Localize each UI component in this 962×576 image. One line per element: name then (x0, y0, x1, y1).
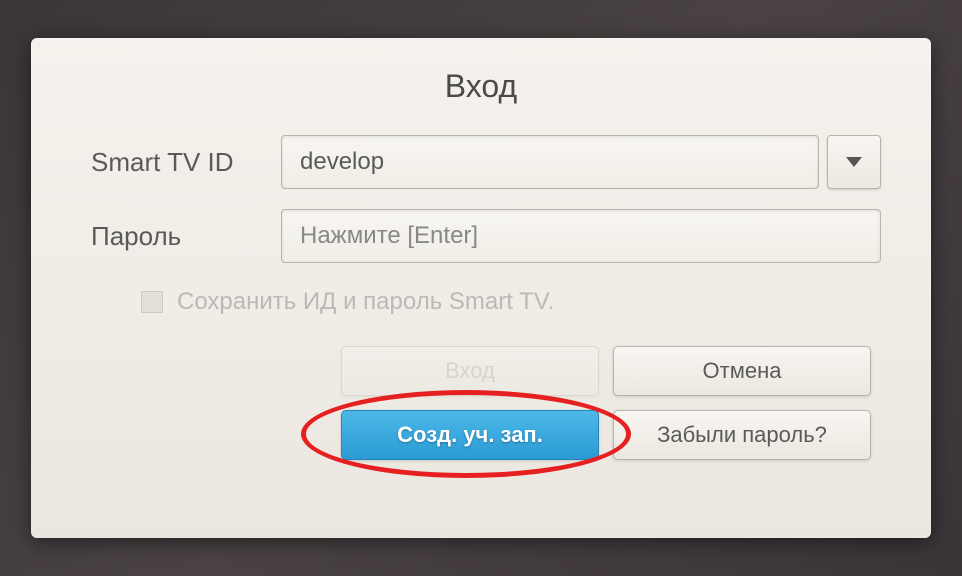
password-input-wrapper (281, 209, 881, 263)
remember-checkbox[interactable] (141, 291, 163, 313)
login-button[interactable]: Вход (341, 346, 599, 396)
password-label: Пароль (81, 221, 281, 252)
remember-label: Сохранить ИД и пароль Smart TV. (177, 288, 554, 316)
id-dropdown-button[interactable] (827, 135, 881, 189)
button-grid: Вход Отмена Созд. уч. зап. Забыли пароль… (341, 346, 871, 460)
create-account-button[interactable]: Созд. уч. зап. (341, 410, 599, 460)
id-label: Smart TV ID (81, 147, 281, 178)
cancel-button[interactable]: Отмена (613, 346, 871, 396)
password-row: Пароль (81, 209, 881, 263)
chevron-down-icon (844, 155, 864, 169)
id-input-wrapper (281, 135, 881, 189)
password-input[interactable] (281, 209, 881, 263)
forgot-password-button[interactable]: Забыли пароль? (613, 410, 871, 460)
dialog-title: Вход (81, 68, 881, 105)
remember-row: Сохранить ИД и пароль Smart TV. (141, 288, 881, 316)
login-dialog: Вход Smart TV ID Пароль Сохранить ИД и п… (31, 38, 931, 538)
id-row: Smart TV ID (81, 135, 881, 189)
id-input[interactable] (281, 135, 819, 189)
